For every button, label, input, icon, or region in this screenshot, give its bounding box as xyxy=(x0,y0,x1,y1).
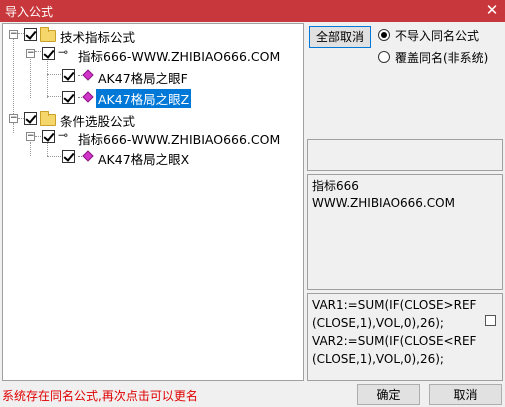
tree-node-stock-selection[interactable]: − 条件选股公式 xyxy=(3,110,303,129)
code-line: VAR1:=SUM(IF(CLOSE>REF xyxy=(312,298,477,312)
tree-checkbox[interactable] xyxy=(42,47,55,60)
tree-checkbox[interactable] xyxy=(62,69,75,82)
radio-button[interactable] xyxy=(378,51,390,63)
info-line: WWW.ZHIBIAO666.COM xyxy=(312,196,455,210)
code-checkbox[interactable] xyxy=(485,315,496,326)
tree-checkbox[interactable] xyxy=(24,28,37,41)
formula-icon xyxy=(78,69,94,82)
tree-checkbox[interactable] xyxy=(62,150,75,163)
collapse-icon[interactable]: − xyxy=(9,30,18,39)
folder-icon xyxy=(40,111,56,126)
cancel-button[interactable]: 取消 xyxy=(429,384,502,405)
empty-panel xyxy=(307,139,503,171)
code-line: VAR2:=SUM(IF(CLOSE<REF xyxy=(312,334,477,348)
tree-node-label: AK47格局之眼F xyxy=(98,71,188,86)
deselect-all-button[interactable]: 全部取消 xyxy=(309,26,371,48)
collapse-icon[interactable]: − xyxy=(26,132,35,141)
formula-tree[interactable]: − 技术指标公式 − ⊸ 指标666-WWW.ZHIBIAO666.COM AK… xyxy=(2,23,304,381)
tree-checkbox[interactable] xyxy=(62,91,75,104)
formula-icon xyxy=(78,91,94,104)
radio-button[interactable] xyxy=(378,29,390,41)
window-title: 导入公式 xyxy=(5,5,54,19)
close-icon[interactable]: ✕ xyxy=(483,1,501,19)
tree-node-formula-z[interactable]: AK47格局之眼Z xyxy=(3,88,303,108)
tree-node-label: AK47格局之眼X xyxy=(98,152,190,167)
tree-node-selection-group[interactable]: − ⊸ 指标666-WWW.ZHIBIAO666.COM xyxy=(3,128,303,147)
tree-node-indicator-group[interactable]: − ⊸ 指标666-WWW.ZHIBIAO666.COM xyxy=(3,45,303,64)
formula-code-panel[interactable]: VAR1:=SUM(IF(CLOSE>REF (CLOSE,1),VOL,0),… xyxy=(307,293,503,381)
ok-button[interactable]: 确定 xyxy=(357,384,420,405)
formula-info-panel: 指标666 WWW.ZHIBIAO666.COM xyxy=(307,174,503,290)
tree-node-formula-x[interactable]: AK47格局之眼X xyxy=(3,148,303,167)
tree-checkbox[interactable] xyxy=(24,112,37,125)
tree-node-tech-indicators[interactable]: − 技术指标公式 xyxy=(3,26,303,45)
radio-label: 覆盖同名(非系统) xyxy=(395,51,489,65)
tree-node-label: 指标666-WWW.ZHIBIAO666.COM xyxy=(78,132,281,147)
collapse-icon[interactable]: − xyxy=(9,114,18,123)
collapse-icon[interactable]: − xyxy=(26,49,35,58)
code-line: (CLOSE,1),VOL,0),26); xyxy=(312,316,444,330)
tree-node-label: 指标666-WWW.ZHIBIAO666.COM xyxy=(78,49,281,64)
key-icon: ⊸ xyxy=(58,45,69,59)
key-icon: ⊸ xyxy=(58,128,69,142)
title-bar: 导入公式 ✕ xyxy=(0,0,505,22)
code-line: (CLOSE,1),VOL,0),26); xyxy=(312,352,444,366)
radio-label: 不导入同名公式 xyxy=(395,29,480,43)
status-message: 系统存在同名公式,再次点击可以更名 xyxy=(2,389,198,403)
info-line: 指标666 xyxy=(312,179,359,193)
tree-checkbox[interactable] xyxy=(42,130,55,143)
tree-node-label-selected: AK47格局之眼Z xyxy=(96,89,192,108)
tree-node-formula-f[interactable]: AK47格局之眼F xyxy=(3,67,303,86)
folder-icon xyxy=(40,27,56,42)
tree-node-label: 技术指标公式 xyxy=(60,30,136,45)
formula-icon xyxy=(78,150,94,163)
